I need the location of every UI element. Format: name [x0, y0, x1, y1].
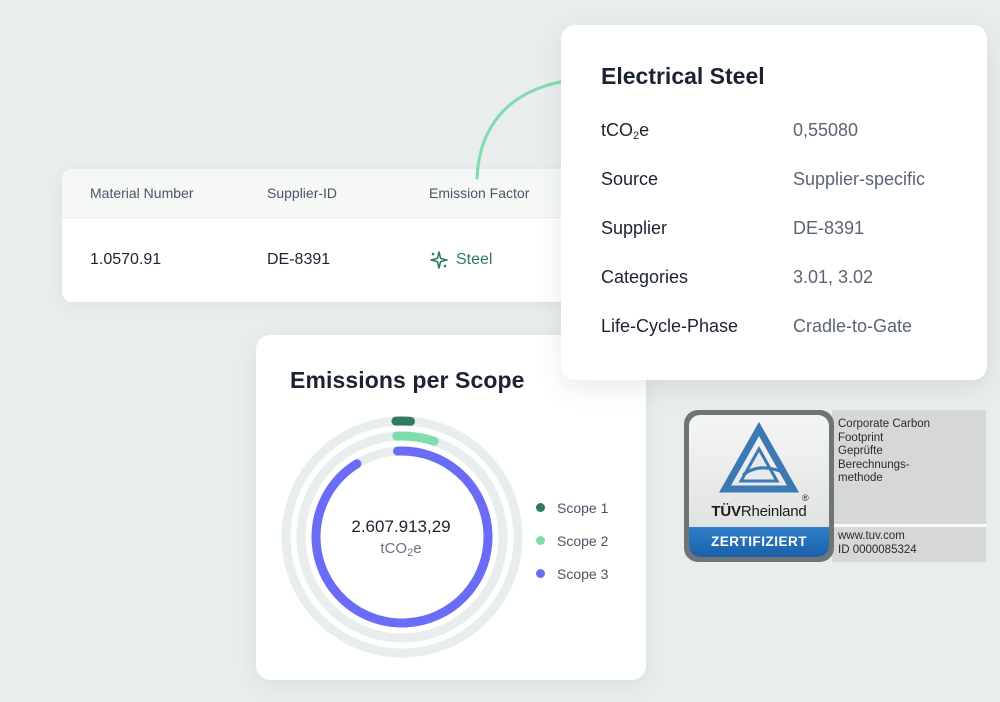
certification-website: www.tuv.com	[838, 530, 905, 542]
detail-title: Electrical Steel	[601, 63, 765, 89]
certification-contact: www.tuv.com ID 0000085324	[838, 530, 917, 557]
legend-dot-icon	[536, 503, 545, 512]
certification-description: Corporate Carbon Footprint Geprüfte Bere…	[838, 418, 931, 484]
legend-item-scope-3: Scope 3	[536, 557, 608, 590]
detail-value: 3.01, 3.02	[793, 267, 874, 287]
supplier-id-cell: DE-8391	[267, 251, 331, 268]
detail-row-categories: Categories 3.01, 3.02	[601, 267, 981, 291]
tuv-logo: TÜVRheinland ® ZERTIFIZIERT	[684, 410, 834, 562]
detail-value: DE-8391	[793, 218, 865, 238]
detail-value: Supplier-specific	[793, 169, 926, 189]
legend-label: Scope 3	[557, 565, 609, 582]
scope-legend: Scope 1 Scope 2 Scope 3	[536, 491, 608, 590]
scope-donut-chart	[281, 416, 523, 658]
detail-label: Categories	[601, 267, 689, 287]
column-header-supplier-id: Supplier-ID	[267, 185, 338, 201]
donut-total-value: 2.607.913,29	[351, 517, 451, 536]
emission-factor-label: Steel	[456, 251, 493, 268]
info-divider	[832, 524, 986, 527]
certified-label: ZERTIFIZIERT	[689, 527, 829, 557]
emissions-title: Emissions per Scope	[290, 367, 525, 393]
legend-label: Scope 2	[557, 532, 609, 549]
legend-label: Scope 1	[557, 499, 609, 516]
legend-item-scope-1: Scope 1	[536, 491, 608, 524]
detail-label: Life-Cycle-Phase	[601, 316, 739, 336]
ring-track-scope-2	[296, 431, 508, 643]
detail-value: 0,55080	[793, 120, 859, 140]
legend-dot-icon	[536, 536, 545, 545]
detail-label: Supplier	[601, 218, 668, 238]
emission-factor-detail-card: Electrical Steel tCO2e 0,55080 Source Su…	[561, 25, 987, 380]
detail-label: Source	[601, 169, 659, 189]
tuv-certification-badge: Corporate Carbon Footprint Geprüfte Bere…	[684, 410, 986, 562]
column-header-material-number: Material Number	[90, 185, 194, 201]
sparkle-icon	[430, 251, 448, 269]
detail-row-life-cycle-phase: Life-Cycle-Phase Cradle-to-Gate	[601, 316, 981, 340]
certification-info-panel: Corporate Carbon Footprint Geprüfte Bere…	[832, 410, 986, 562]
donut-total-unit: tCO2e	[380, 540, 422, 559]
column-header-emission-factor: Emission Factor	[429, 185, 530, 201]
detail-row-supplier: Supplier DE-8391	[601, 218, 981, 242]
emissions-per-scope-card: Emissions per Scope 2.607.913,29 tCO2e S…	[256, 335, 646, 680]
certification-id: ID 0000085324	[838, 543, 917, 556]
tuv-brand-name: TÜVRheinland	[711, 503, 807, 520]
registered-mark: ®	[802, 493, 809, 503]
detail-label: tCO2e	[601, 120, 650, 142]
detail-row-source: Source Supplier-specific	[601, 169, 981, 193]
emission-factor-cell[interactable]: Steel	[429, 250, 492, 270]
ring-arc-scope-3	[311, 446, 493, 628]
detail-row-tco2e: tCO2e 0,55080	[601, 120, 981, 144]
material-number-cell: 1.0570.91	[90, 251, 162, 268]
material-table: Material Number Supplier-ID Emission Fac…	[62, 169, 622, 302]
detail-value: Cradle-to-Gate	[793, 316, 913, 336]
legend-dot-icon	[536, 569, 545, 578]
ring-track-scope-1	[281, 416, 523, 658]
legend-item-scope-2: Scope 2	[536, 524, 608, 557]
